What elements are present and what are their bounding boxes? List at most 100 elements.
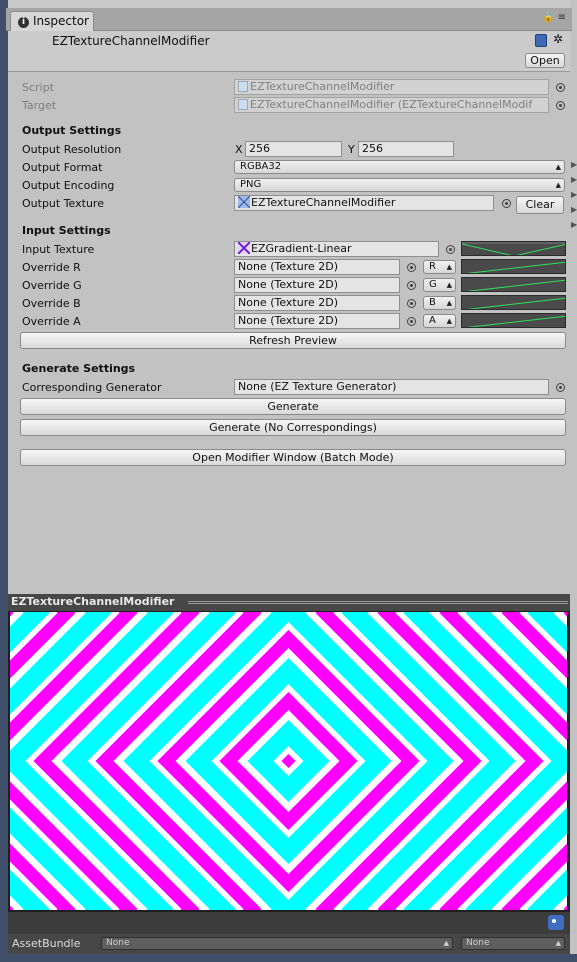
object-picker-icon[interactable]: [556, 101, 565, 110]
input-texture-thumbnail: [461, 241, 566, 256]
generate-settings-heading: Generate Settings: [22, 362, 136, 375]
output-format-value: RGBA32: [240, 161, 282, 172]
window-bottom-edge: [0, 954, 577, 962]
generate-button[interactable]: Generate: [20, 398, 566, 415]
target-row: Target EZTextureChannelModifier (EZTextu…: [8, 97, 570, 115]
script-label: Script: [22, 81, 54, 94]
dropdown-arrow-icon: ▲: [446, 317, 452, 325]
output-texture-value: EZTextureChannelModifier: [251, 196, 396, 209]
output-resolution-label: Output Resolution: [22, 143, 122, 156]
input-texture-value: EZGradient-Linear: [251, 242, 352, 255]
corresponding-generator-field[interactable]: None (EZ Texture Generator): [234, 379, 549, 395]
resolution-y-input[interactable]: 256: [358, 141, 454, 157]
asset-bundle-name-dropdown[interactable]: None ▲: [101, 937, 453, 950]
override-a-thumbnail: [461, 313, 566, 328]
input-texture-row: Input Texture EZGradient-Linear: [8, 241, 570, 259]
output-texture-row: Output Texture EZTextureChannelModifier …: [8, 195, 570, 214]
override-b-channel: B: [429, 297, 436, 308]
override-g-channel-dropdown[interactable]: G ▲: [423, 278, 456, 292]
asset-bundle-variant-dropdown[interactable]: None ▲: [461, 937, 565, 950]
preview-footer: [8, 912, 570, 934]
output-texture-field[interactable]: EZTextureChannelModifier: [234, 195, 494, 211]
override-b-label: Override B: [22, 297, 81, 310]
output-settings-heading: Output Settings: [22, 124, 122, 137]
component-title: EZTextureChannelModifier: [52, 34, 210, 48]
inspector-panel: EZTextureChannelModifier ✲ Open Script E…: [8, 31, 570, 594]
clear-button[interactable]: Clear: [516, 196, 564, 214]
object-picker-icon[interactable]: [407, 281, 416, 290]
input-texture-field[interactable]: EZGradient-Linear: [234, 241, 439, 257]
help-book-icon[interactable]: [535, 34, 547, 47]
asset-bundle-variant-value: None: [466, 938, 490, 948]
object-picker-icon[interactable]: [407, 317, 416, 326]
override-r-row: Override R None (Texture 2D) R ▲: [8, 259, 570, 277]
texture-icon: [238, 242, 250, 254]
override-a-channel-dropdown[interactable]: A ▲: [423, 314, 456, 328]
refresh-preview-button[interactable]: Refresh Preview: [20, 332, 566, 349]
asset-bundle-label: AssetBundle: [12, 937, 81, 950]
dropdown-arrow-icon: ▲: [555, 939, 561, 947]
object-picker-icon[interactable]: [407, 263, 416, 272]
asset-icon: [238, 99, 248, 110]
scroll-arrow-icon: ▶: [571, 220, 577, 229]
override-r-channel: R: [429, 261, 436, 272]
info-icon: i: [18, 17, 29, 28]
override-a-row: Override A None (Texture 2D) A ▲: [8, 313, 570, 331]
script-field[interactable]: EZTextureChannelModifier: [234, 79, 549, 95]
tab-inspector[interactable]: i Inspector: [10, 11, 94, 31]
override-a-channel: A: [429, 315, 436, 326]
tab-inspector-label: Inspector: [33, 14, 89, 28]
gear-icon[interactable]: ✲: [553, 32, 563, 46]
output-resolution-row: Output Resolution X 256 Y 256: [8, 141, 570, 159]
object-picker-icon[interactable]: [556, 383, 565, 392]
override-g-row: Override G None (Texture 2D) G ▲: [8, 277, 570, 295]
dropdown-arrow-icon: ▲: [446, 263, 452, 271]
output-encoding-dropdown[interactable]: PNG ▲: [234, 178, 565, 192]
asset-bundle-name-value: None: [106, 938, 130, 948]
dropdown-arrow-icon: ▲: [446, 281, 452, 289]
override-b-channel-dropdown[interactable]: B ▲: [423, 296, 456, 310]
output-encoding-label: Output Encoding: [22, 179, 115, 192]
override-g-field[interactable]: None (Texture 2D): [234, 277, 400, 293]
lock-menu-icons[interactable]: 🔒 ≡: [542, 12, 566, 23]
x-label: X: [235, 143, 243, 156]
texture-icon: [238, 196, 250, 208]
preview-drag-handle: [188, 601, 568, 604]
generate-no-correspondings-button[interactable]: Generate (No Correspondings): [20, 419, 566, 436]
override-g-channel: G: [429, 279, 437, 290]
override-r-field[interactable]: None (Texture 2D): [234, 259, 400, 275]
override-a-field[interactable]: None (Texture 2D): [234, 313, 400, 329]
output-encoding-value: PNG: [240, 179, 262, 190]
output-format-label: Output Format: [22, 161, 103, 174]
override-b-thumbnail: [461, 295, 566, 310]
output-texture-label: Output Texture: [22, 197, 104, 210]
label-tag-icon[interactable]: [548, 915, 564, 930]
override-r-label: Override R: [22, 261, 81, 274]
left-background: [0, 0, 8, 962]
resolution-x-input[interactable]: 256: [245, 141, 342, 157]
preview-header[interactable]: EZTextureChannelModifier: [8, 594, 570, 611]
override-a-label: Override A: [22, 315, 81, 328]
output-format-dropdown[interactable]: RGBA32 ▲: [234, 160, 565, 174]
open-modifier-window-button[interactable]: Open Modifier Window (Batch Mode): [20, 449, 566, 466]
override-r-channel-dropdown[interactable]: R ▲: [423, 260, 456, 274]
override-b-field[interactable]: None (Texture 2D): [234, 295, 400, 311]
object-picker-icon[interactable]: [502, 199, 511, 208]
preview-title: EZTextureChannelModifier: [11, 595, 175, 608]
script-icon: [238, 81, 248, 92]
open-button[interactable]: Open: [525, 53, 565, 68]
right-background: [570, 0, 577, 962]
scroll-arrow-icon: ▶: [571, 175, 577, 184]
object-picker-icon[interactable]: [446, 245, 455, 254]
component-header: EZTextureChannelModifier ✲ Open: [8, 31, 570, 72]
override-g-thumbnail: [461, 277, 566, 292]
target-value: EZTextureChannelModifier (EZTextureChann…: [250, 98, 533, 111]
dropdown-arrow-icon: ▲: [555, 181, 561, 189]
target-field[interactable]: EZTextureChannelModifier (EZTextureChann…: [234, 97, 549, 113]
object-picker-icon[interactable]: [556, 83, 565, 92]
override-r-thumbnail: [461, 259, 566, 274]
object-picker-icon[interactable]: [407, 299, 416, 308]
texture-preview-image: [10, 612, 567, 910]
dropdown-arrow-icon: ▲: [446, 299, 452, 307]
target-label: Target: [22, 99, 57, 112]
